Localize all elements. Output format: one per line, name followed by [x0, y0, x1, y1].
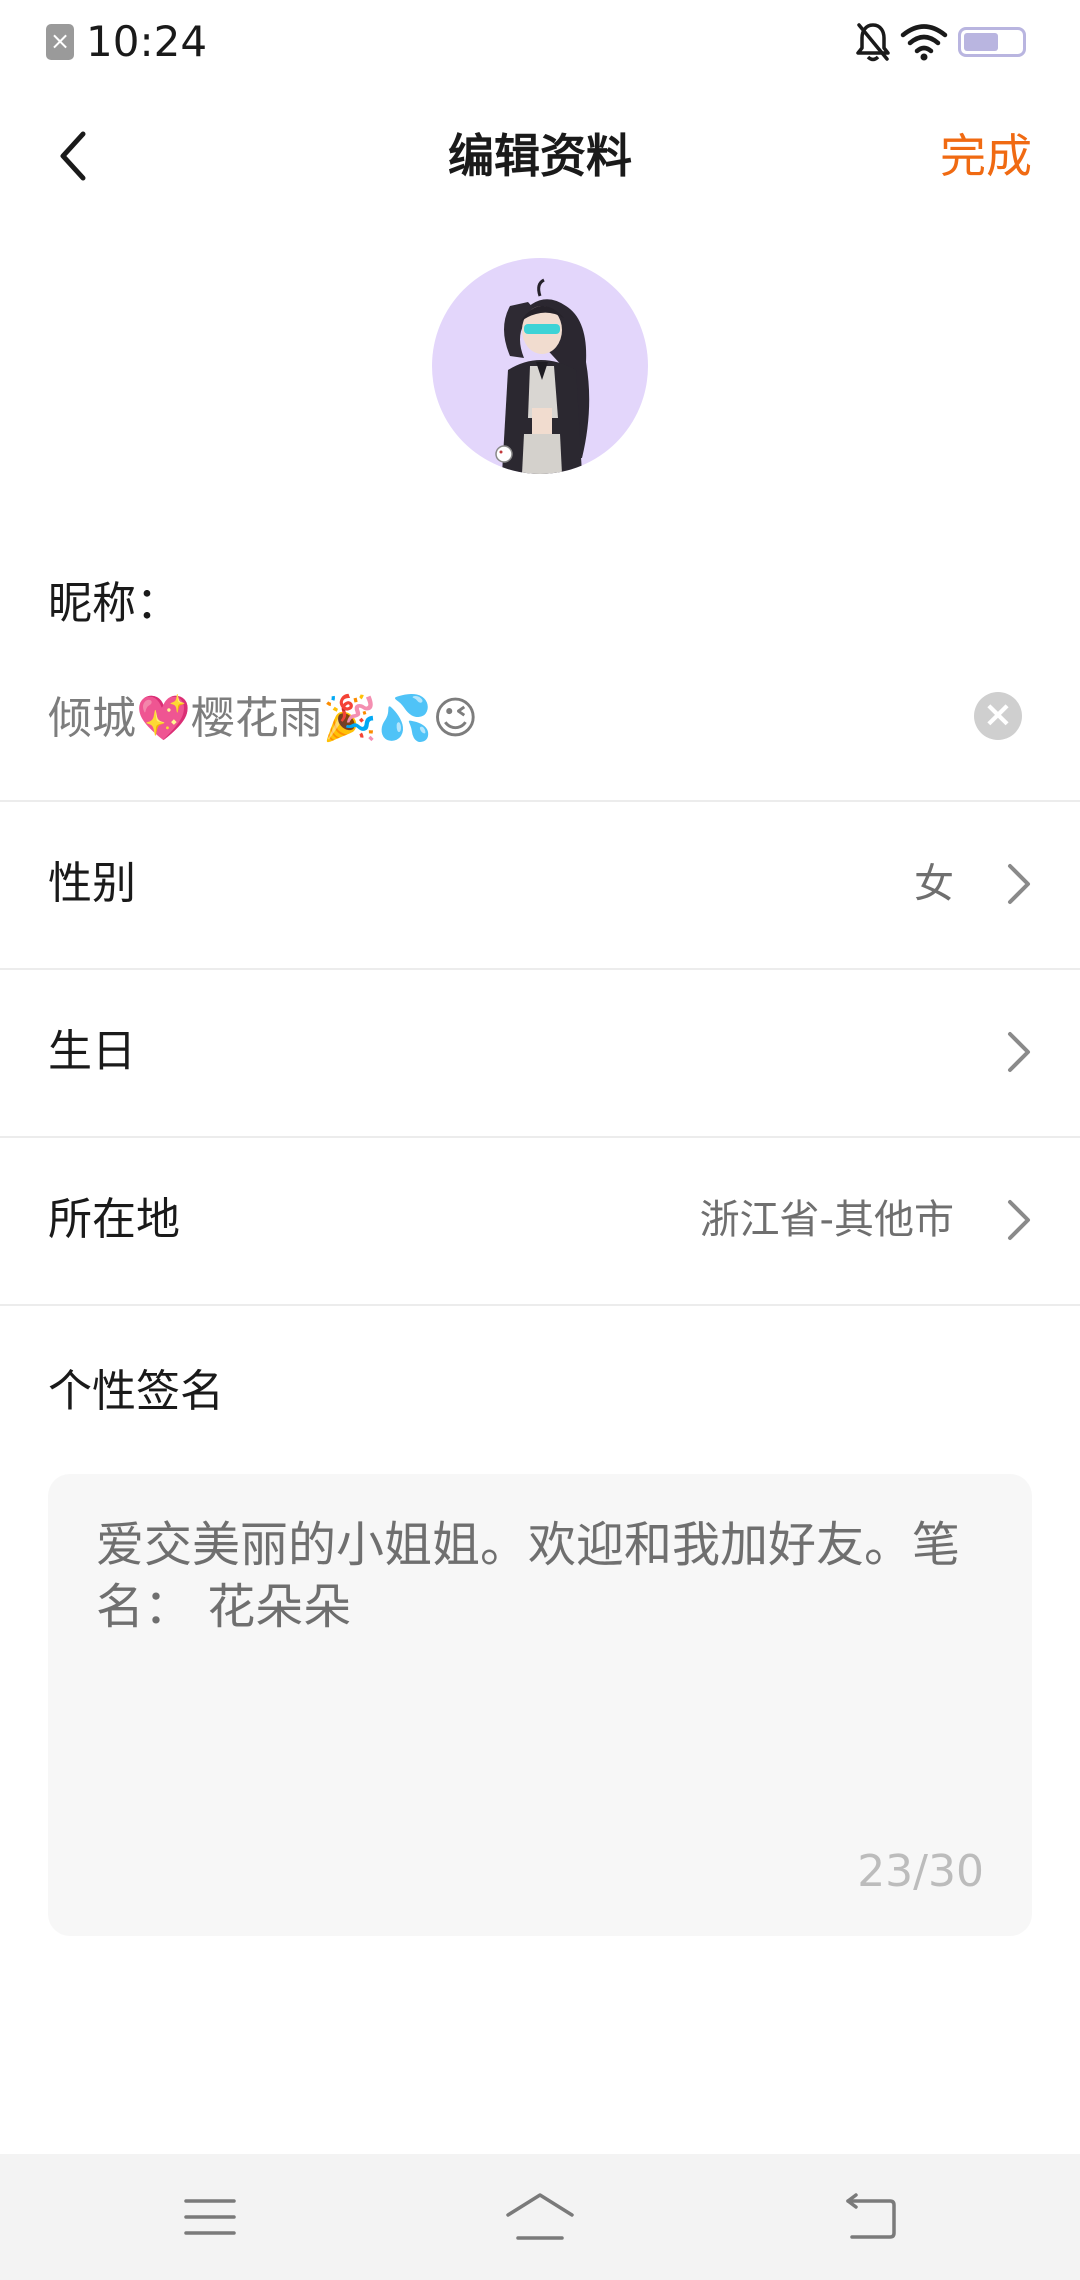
- row-gender[interactable]: 性别 女: [0, 801, 1080, 967]
- bell-off-icon: [856, 23, 890, 62]
- location-value: 浙江省-其他市: [699, 1197, 954, 1243]
- character-counter: 23/30: [857, 1846, 984, 1897]
- status-time: 10:24: [86, 17, 208, 66]
- divider: [0, 1304, 1080, 1306]
- battery-icon: [958, 27, 1026, 57]
- page-title: 编辑资料: [448, 129, 632, 183]
- sim-error-icon: [46, 24, 74, 60]
- menu-button[interactable]: [170, 2184, 250, 2250]
- menu-icon: [184, 2199, 236, 2235]
- status-bar: 10:24: [0, 0, 1080, 84]
- chevron-right-icon: [1008, 1032, 1030, 1072]
- edit-profile-screen: 10:24 编辑资料 完成: [0, 0, 1080, 2280]
- avatar-illustration: [495, 278, 590, 474]
- row-birthday[interactable]: 生日: [0, 969, 1080, 1135]
- row-location[interactable]: 所在地 浙江省-其他市: [0, 1137, 1080, 1303]
- gender-value: 女: [914, 861, 954, 907]
- done-button[interactable]: 完成: [940, 126, 1032, 186]
- birthday-label: 生日: [48, 1026, 136, 1077]
- back-icon: [846, 2193, 896, 2239]
- clear-icon[interactable]: [974, 692, 1022, 740]
- nickname-label: 昵称：: [48, 578, 180, 629]
- gender-label: 性别: [48, 858, 136, 909]
- location-label: 所在地: [48, 1194, 180, 1245]
- signature-label: 个性签名: [48, 1366, 224, 1417]
- back-nav-button[interactable]: [830, 2184, 910, 2250]
- chevron-right-icon: [1008, 1200, 1030, 1240]
- signature-text: 爱交美丽的小姐姐。欢迎和我加好友。笔名： 花朵朵: [96, 1517, 961, 1635]
- chevron-right-icon: [1008, 864, 1030, 904]
- avatar[interactable]: [432, 258, 648, 474]
- header: 编辑资料 完成: [0, 96, 1080, 216]
- home-button[interactable]: [500, 2184, 580, 2250]
- wifi-icon: [900, 24, 948, 61]
- signature-textarea[interactable]: 爱交美丽的小姐姐。欢迎和我加好友。笔名： 花朵朵 23/30: [48, 1474, 1032, 1936]
- home-icon: [506, 2193, 574, 2240]
- nickname-input[interactable]: 倾城💖樱花雨🎉💦😉: [48, 688, 478, 750]
- system-nav-bar: [0, 2154, 1080, 2280]
- battery-level: [964, 33, 998, 51]
